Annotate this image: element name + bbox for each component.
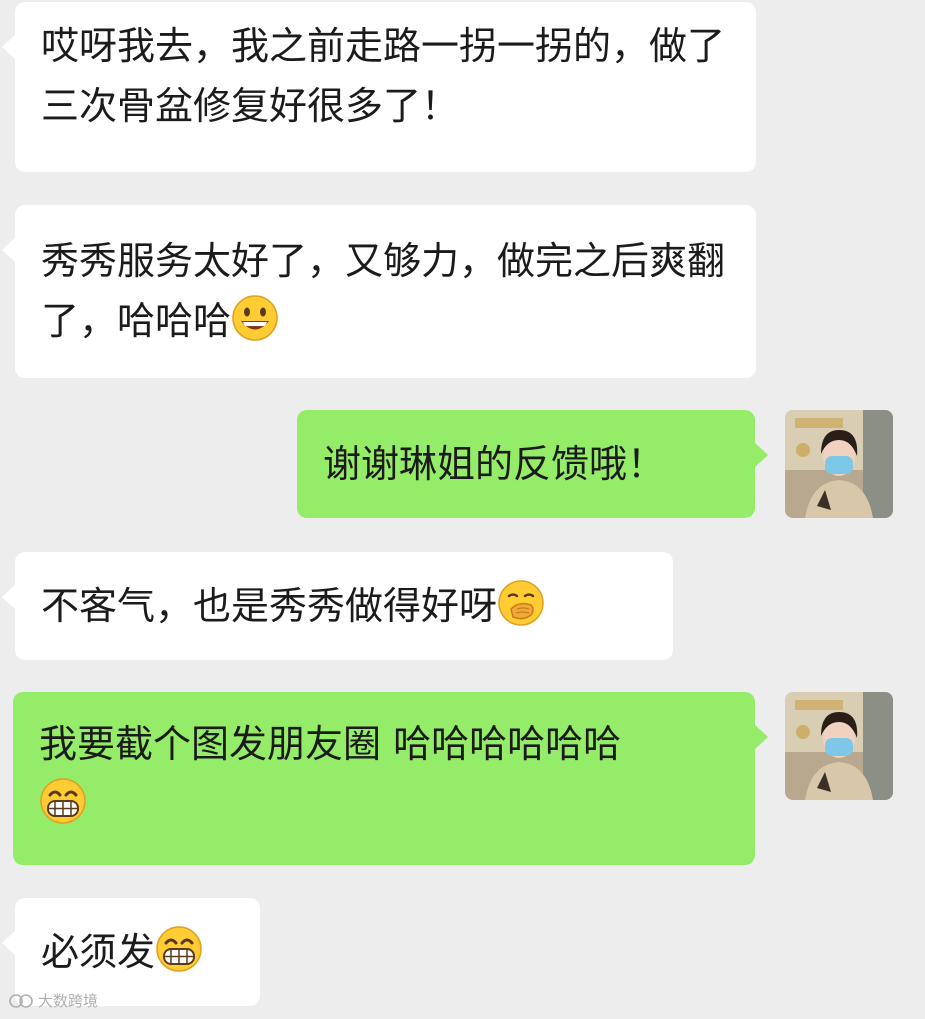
message-text: 秀秀服务太好了，又够力，做完之后爽翻了，哈哈哈 [41, 239, 726, 343]
grimacing-grin-icon [39, 777, 87, 825]
avatar-image [785, 410, 893, 518]
face-with-hand-over-mouth-icon [497, 579, 545, 627]
message-text: 谢谢琳姐的反馈哦！ [323, 442, 666, 486]
message-bubble-received[interactable]: 秀秀服务太好了，又够力，做完之后爽翻了，哈哈哈 [2, 205, 756, 378]
message-bubble-sent[interactable]: 我要截个图发朋友圈 哈哈哈哈哈哈 [13, 692, 768, 865]
message-text: 我要截个图发朋友圈 哈哈哈哈哈哈 [39, 722, 622, 766]
watermark: 大数跨境 [8, 990, 98, 1011]
avatar[interactable] [785, 692, 893, 800]
watermark-text: 大数跨境 [38, 992, 99, 1010]
grinning-face-icon [231, 294, 279, 342]
grimacing-grin-icon [155, 925, 203, 973]
message-bubble-received[interactable]: 哎呀我去，我之前走路一拐一拐的，做了三次骨盆修复好很多了！ [2, 2, 756, 172]
message-text: 不客气，也是秀秀做得好呀 [41, 584, 498, 628]
avatar[interactable] [785, 410, 893, 518]
message-text: 必须发 [41, 930, 156, 974]
message-bubble-received[interactable]: 不客气，也是秀秀做得好呀 [2, 552, 673, 660]
message-text: 哎呀我去，我之前走路一拐一拐的，做了三次骨盆修复好很多了！ [41, 24, 726, 128]
watermark-logo-icon [9, 993, 33, 1008]
message-bubble-sent[interactable]: 谢谢琳姐的反馈哦！ [297, 410, 768, 518]
avatar-image [785, 692, 893, 800]
